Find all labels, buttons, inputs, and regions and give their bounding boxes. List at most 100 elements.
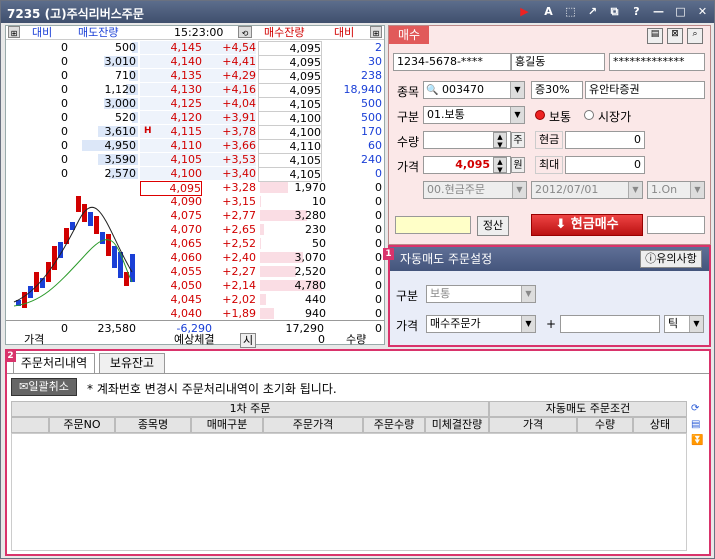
price-label: 가격	[397, 160, 420, 174]
reset-button[interactable]: 정산	[477, 216, 509, 236]
column-header[interactable]: 종목명	[115, 417, 191, 433]
close-icon[interactable]: ✕	[696, 5, 709, 18]
minimize-icon[interactable]: —	[652, 5, 665, 18]
tick-select[interactable]: 틱 ▼	[664, 315, 704, 333]
export-icon[interactable]: ▤	[691, 419, 703, 431]
column-header[interactable]: 상태	[633, 417, 687, 433]
bid-pct: +2,52	[222, 237, 256, 250]
account-name: 홍길동	[511, 53, 605, 71]
order-condition-select[interactable]: 00.현금주문 ▼	[423, 181, 527, 199]
cash-label: 현금	[535, 131, 563, 149]
ask-row[interactable]: 0 520 4,120 +3,91 4,100 500	[6, 111, 384, 126]
scroll-down-icon[interactable]: ⏬	[691, 435, 703, 447]
chevron-down-icon: ▼	[512, 182, 526, 198]
column-header[interactable]: 주문가격	[263, 417, 363, 433]
ask-qty: 3,610	[104, 125, 137, 138]
extra-field[interactable]	[647, 216, 705, 234]
bid-price: 4,060	[170, 251, 203, 264]
flag-icon[interactable]: ▶	[518, 5, 531, 18]
tick-input[interactable]	[560, 315, 660, 333]
column-header[interactable]: 수량	[577, 417, 633, 433]
tab-order-history[interactable]: 주문처리내역	[13, 353, 95, 373]
candle	[34, 272, 39, 292]
radio-market[interactable]	[584, 110, 594, 120]
column-header[interactable]: 주문NO	[49, 417, 115, 433]
ask-right-change: 170	[361, 125, 382, 138]
order-type-select[interactable]: 01.보통 ▼	[423, 106, 525, 124]
bid-pct: +2,02	[222, 293, 256, 306]
ask-qty: 710	[115, 69, 136, 82]
search-icon[interactable]: 🔍	[426, 83, 438, 98]
auto-type-select[interactable]: 보통 ▼	[426, 285, 536, 303]
ask-qty: 500	[115, 41, 136, 54]
tab-buy[interactable]: 매수	[389, 26, 429, 44]
buy-qty-header: 매수잔량	[264, 26, 305, 39]
ask-price: 4,110	[140, 139, 202, 152]
expand-right-icon[interactable]: ⊞	[370, 26, 382, 38]
ask-right-change: 500	[361, 111, 382, 124]
maximize-icon[interactable]: □	[674, 5, 687, 18]
sync-icon[interactable]: ⟳	[691, 403, 703, 415]
bid-qty: 3,070	[294, 251, 327, 264]
print-icon[interactable]: ▤	[647, 28, 663, 44]
chevron-down-icon: ▼	[690, 182, 704, 198]
buy-submit-label: 현금매수	[570, 217, 619, 232]
ask-row[interactable]: 0 3,590 4,105 +3,53 4,105 240	[6, 153, 384, 168]
search-settings-icon[interactable]: ⌕	[687, 28, 703, 44]
buy-submit-button[interactable]: ⬇ 현금매수	[531, 214, 643, 236]
si-button[interactable]: 시	[240, 333, 257, 348]
refresh-icon[interactable]: ⟲	[238, 26, 252, 38]
download-icon: ⬇	[555, 217, 571, 232]
account-select[interactable]: 1234-5678-****▼	[393, 53, 525, 71]
candle	[130, 254, 135, 282]
stock-code-input[interactable]: 🔍 003470 ▼	[423, 81, 525, 99]
radio-normal[interactable]	[535, 110, 545, 120]
order-book-header: ⊞ 대비 매도잔량 15:23:00 ⟲ 매수잔량 대비 ⊞	[6, 26, 384, 40]
cash-value: 0	[565, 131, 645, 149]
ask-row[interactable]: 0 2,570 4,100 +3,40 4,105 0	[6, 167, 384, 182]
on-select[interactable]: 1.On ▼	[647, 181, 705, 199]
ask-row[interactable]: 0 3,610 4,115 +3,78 4,100 170	[6, 125, 384, 140]
tab-holdings[interactable]: 보유잔고	[99, 353, 165, 373]
column-header[interactable]: 매매구분	[191, 417, 263, 433]
bid-pct: +1,89	[222, 307, 256, 320]
ask-row[interactable]: 0 500 4,145 +4,54 4,095 2	[6, 41, 384, 56]
ask-row[interactable]: 0 1,120 4,130 +4,16 4,095 18,940	[6, 83, 384, 98]
column-header[interactable]: 미체결잔량	[425, 417, 489, 433]
ask-change: 0	[61, 139, 68, 152]
bid-price: 4,040	[170, 307, 203, 320]
qty-stepper[interactable]: ▲ ▼	[493, 132, 507, 149]
tab-divider	[7, 373, 709, 374]
select-icon[interactable]: ⬚	[564, 5, 577, 18]
ask-right-qty: 4,095	[258, 41, 322, 56]
notice-button[interactable]: ⓘ유의사항	[640, 250, 702, 268]
text-size-icon[interactable]: A	[542, 5, 555, 18]
copy-icon[interactable]: ⧉	[608, 5, 621, 18]
expand-left-icon[interactable]: ⊞	[8, 26, 20, 38]
select-column[interactable]	[11, 417, 49, 433]
candle	[88, 212, 93, 226]
auto-type-label: 구분	[396, 289, 419, 303]
memo-field[interactable]	[395, 216, 471, 234]
date-select[interactable]: 2012/07/01 ▼	[531, 181, 643, 199]
ask-right-change: 18,940	[343, 83, 383, 96]
column-header[interactable]: 주문수량	[363, 417, 425, 433]
chevron-down-icon: ▼	[510, 82, 524, 98]
share-icon[interactable]: ↗	[586, 5, 599, 18]
right-change-header: 대비	[334, 26, 355, 39]
bid-price: 4,075	[170, 209, 203, 222]
ask-row[interactable]: 0 3,010 4,140 +4,41 4,095 30	[6, 55, 384, 70]
image-icon[interactable]: ⊠	[667, 28, 683, 44]
bid-pct: +3,15	[222, 195, 256, 208]
ask-row[interactable]: 0 710 4,135 +4,29 4,095 238	[6, 69, 384, 84]
cancel-all-button[interactable]: ✉일괄취소	[11, 378, 77, 396]
ask-row[interactable]: 0 4,950 4,110 +3,66 4,110 60	[6, 139, 384, 154]
column-header[interactable]: 가격	[489, 417, 577, 433]
help-icon[interactable]: ?	[630, 5, 643, 18]
auto-price-select[interactable]: 매수주문가 ▼	[426, 315, 536, 333]
password-field[interactable]: *************	[609, 53, 705, 71]
ask-pct: +4,04	[202, 97, 256, 110]
ask-right-change: 60	[368, 139, 382, 152]
price-stepper[interactable]: ▲ ▼	[493, 157, 507, 174]
ask-row[interactable]: 0 3,000 4,125 +4,04 4,105 500	[6, 97, 384, 112]
